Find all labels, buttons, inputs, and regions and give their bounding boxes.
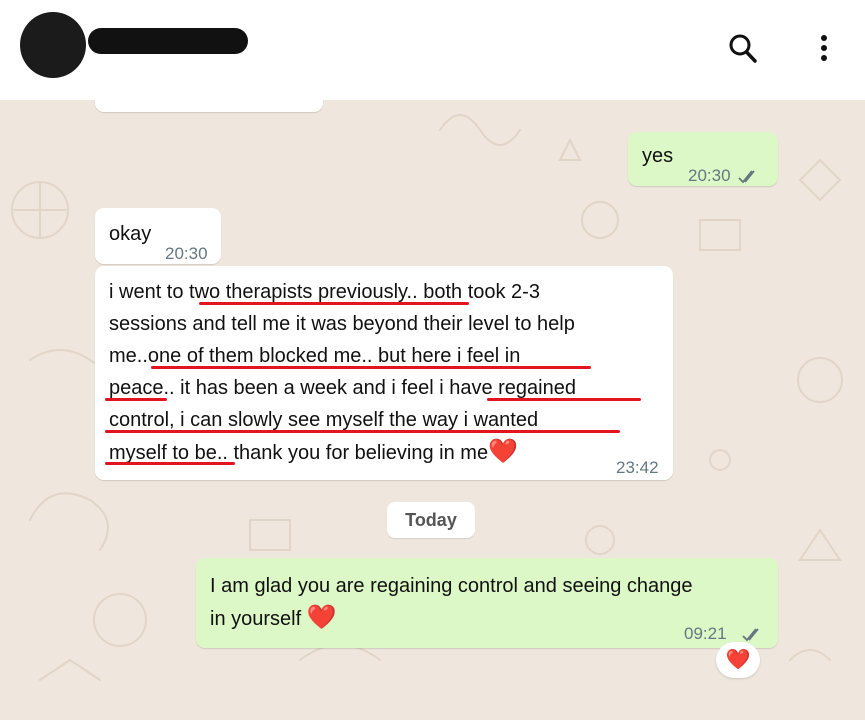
annotation-underline [105, 430, 620, 433]
annotation-underline [105, 462, 235, 465]
chat-area[interactable]: yes 20:30 okay 20:30 i went to two thera… [0, 100, 865, 720]
message-time: 09:21 [684, 624, 727, 643]
heart-emoji: ❤️ [488, 438, 518, 465]
message-bubble-outgoing[interactable]: I am glad you are regaining control and … [196, 558, 778, 648]
search-icon[interactable] [728, 32, 758, 66]
message-bubble-outgoing[interactable]: yes 20:30 [628, 132, 778, 186]
contact-name-redacted[interactable] [88, 28, 248, 54]
annotation-underline [199, 302, 469, 305]
message-text: okay [109, 223, 152, 245]
message-bubble-incoming[interactable]: i went to two therapists previously.. bo… [95, 266, 673, 480]
message-bubble-incoming[interactable]: okay 20:30 [95, 208, 221, 264]
date-divider: Today [387, 502, 475, 538]
annotation-underline [487, 398, 641, 401]
avatar[interactable] [20, 12, 86, 78]
reaction-badge[interactable]: ❤️ [716, 642, 760, 678]
message-bubble-partial[interactable] [95, 100, 323, 112]
annotation-underline [105, 398, 167, 401]
more-vertical-icon[interactable] [812, 32, 836, 66]
double-check-icon [738, 162, 760, 194]
chat-header [0, 0, 865, 100]
message-time: 23:42 [616, 458, 659, 477]
annotation-underline [151, 366, 591, 369]
heart-emoji: ❤️ [306, 604, 337, 631]
message-time: 20:30 [688, 166, 731, 185]
message-text: yes [642, 145, 674, 167]
